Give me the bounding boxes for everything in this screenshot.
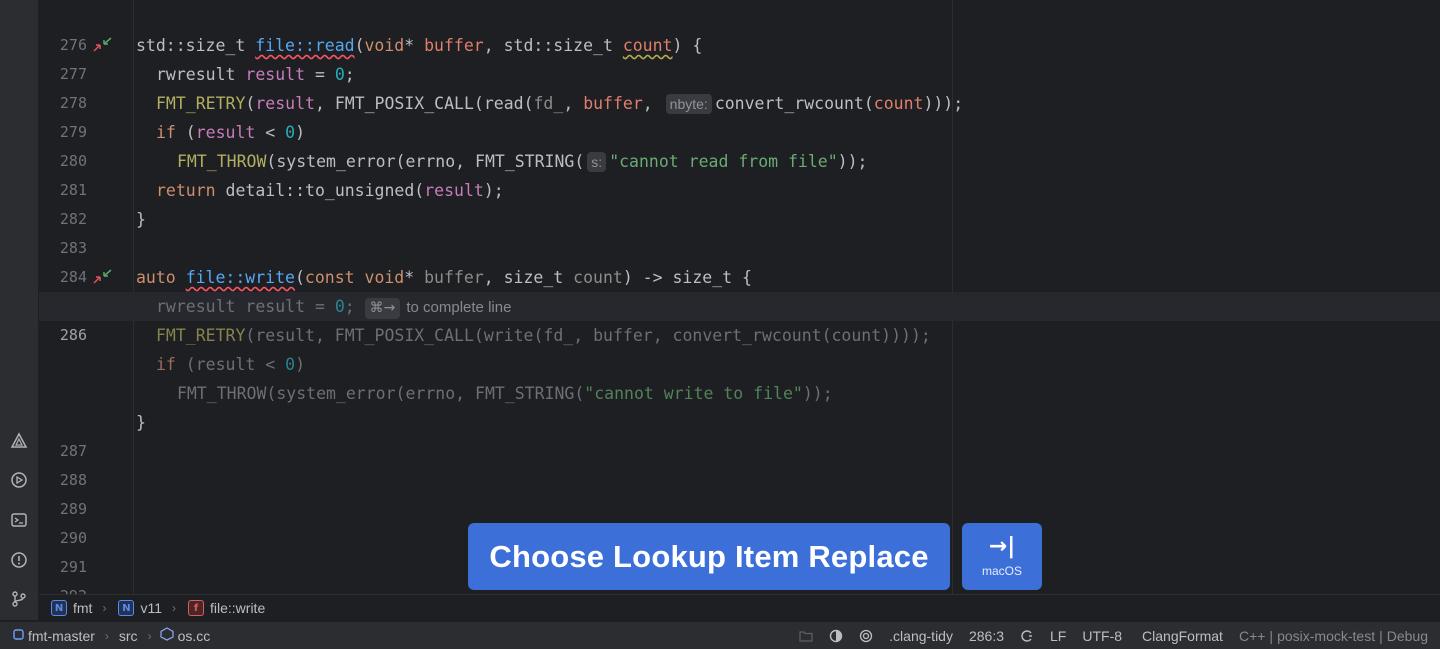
status-bar: fmt-master › src › os.cc .clang-tidy 286… — [0, 621, 1440, 649]
code-line[interactable]: 277 std::size_t file::read(void* buffer,… — [39, 31, 1440, 83]
code-style-icon[interactable] — [1020, 629, 1034, 643]
code-line[interactable]: 281 FMT_THROW(system_error(errno, FMT_ST… — [39, 147, 1440, 199]
services-icon[interactable] — [9, 470, 29, 490]
tab-key-icon: →| — [988, 534, 1016, 559]
code-text: FMT_THROW(system_error(errno, FMT_STRING… — [177, 152, 868, 172]
project-icon — [12, 627, 26, 644]
code-text: } — [136, 413, 146, 432]
line-number: 292 — [39, 582, 87, 594]
problems-icon[interactable] — [9, 550, 29, 570]
chevron-right-icon: › — [104, 628, 109, 643]
path-file[interactable]: os.cc — [178, 628, 211, 644]
folder-icon[interactable] — [799, 629, 813, 643]
code-text: rwresult result = 0; — [156, 65, 355, 84]
git-branch-icon[interactable] — [9, 589, 29, 609]
ghost-line: FMT_THROW(system_error(errno, FMT_STRING… — [39, 379, 1440, 408]
code-text: if (result < 0) — [156, 123, 306, 142]
complete-line-hint: to complete line — [406, 299, 512, 316]
code-text: return detail::to_unsigned(result); — [156, 181, 504, 200]
namespace-icon: N — [118, 600, 135, 616]
action-name-overlay: Choose Lookup Item Replace — [468, 523, 950, 590]
breadcrumb-label: v11 — [140, 600, 162, 616]
goto-declaration-icon[interactable] — [91, 266, 113, 288]
code-line[interactable]: 290 — [39, 495, 1440, 547]
code-line[interactable]: 283 } — [39, 205, 1440, 257]
inline-completion: FMT_THROW(system_error(errno, FMT_STRING… — [177, 384, 833, 403]
breadcrumb-label: fmt — [73, 600, 93, 616]
code-line[interactable]: 285 auto file::write(const void* buffer,… — [39, 263, 1440, 315]
parameter-hint: nbyte: — [665, 94, 712, 114]
ai-assistant-icon[interactable] — [859, 629, 873, 643]
breadcrumb-item-namespace[interactable]: N fmt — [51, 600, 92, 616]
complete-line-shortcut: ⌘→ — [364, 298, 401, 319]
parameter-hint: s: — [587, 152, 607, 172]
shortcut-overlay: →| macOS — [962, 523, 1042, 590]
caret-position[interactable]: 286:3 — [969, 628, 1004, 644]
code-line[interactable]: 282 return detail::to_unsigned(result); — [39, 176, 1440, 228]
inline-completion: if (result < 0) — [156, 355, 306, 374]
breadcrumb-item-function[interactable]: f file::write — [188, 600, 265, 616]
terminal-icon[interactable] — [9, 510, 29, 530]
ghost-line: if (result < 0) — [39, 350, 1440, 379]
linter-config[interactable]: .clang-tidy — [889, 628, 953, 644]
path-dir[interactable]: src — [119, 628, 138, 644]
code-line[interactable]: 279 FMT_RETRY(result, FMT_POSIX_CALL(rea… — [39, 89, 1440, 141]
function-icon: f — [188, 600, 204, 616]
inline-completion: FMT_RETRY(result, FMT_POSIX_CALL(write(f… — [156, 326, 931, 345]
cmake-icon[interactable] — [9, 431, 29, 451]
navigation-path: fmt-master › src › os.cc — [12, 627, 210, 644]
breadcrumb-item-namespace[interactable]: N v11 — [118, 600, 162, 616]
current-line[interactable]: 286 rwresult result = 0; ⌘→ to complete l… — [39, 292, 1440, 344]
ghost-line: FMT_RETRY(result, FMT_POSIX_CALL(write(f… — [39, 321, 1440, 350]
status-widgets: .clang-tidy 286:3 LF UTF-8 ClangFormat C… — [783, 628, 1428, 644]
shortcut-os-label: macOS — [981, 564, 1022, 578]
code-text: std::size_t file::read(void* buffer, std… — [136, 36, 703, 55]
tool-window-strip — [0, 0, 39, 620]
code-editor[interactable]: 276 277 std::size_t file::read(void* buf… — [39, 0, 1440, 594]
code-text: } — [136, 210, 146, 229]
namespace-icon: N — [51, 600, 67, 616]
code-line[interactable]: 276 — [39, 2, 1440, 54]
code-text: FMT_RETRY(result, FMT_POSIX_CALL(read(fd… — [156, 94, 964, 114]
code-line[interactable]: 289 — [39, 466, 1440, 518]
code-line[interactable]: 288 — [39, 437, 1440, 489]
language-context[interactable]: C++ | posix-mock-test | Debug — [1239, 628, 1428, 644]
code-line[interactable]: 287 } — [39, 408, 1440, 460]
goto-declaration-icon[interactable] — [91, 34, 113, 56]
chevron-right-icon: › — [102, 601, 107, 615]
code-line[interactable]: 280 if (result < 0) — [39, 118, 1440, 170]
line-ending[interactable]: LF — [1050, 628, 1066, 644]
breadcrumb-label: file::write — [210, 600, 266, 616]
project-name[interactable]: fmt-master — [28, 628, 95, 644]
chevron-right-icon: › — [172, 601, 176, 615]
cpp-file-icon — [159, 627, 174, 644]
inline-completion: rwresult result = 0; ⌘→ to complete line — [136, 292, 511, 322]
code-text: auto file::write(const void* buffer, siz… — [136, 268, 752, 287]
formatter[interactable]: ClangFormat — [1142, 628, 1223, 644]
contrast-icon[interactable] — [829, 629, 843, 643]
breadcrumb: N fmt › N v11 › f file::write — [39, 594, 1440, 621]
code-line[interactable]: 284 — [39, 234, 1440, 286]
file-encoding[interactable]: UTF-8 — [1082, 628, 1122, 644]
code-line[interactable]: 278 rwresult result = 0; — [39, 60, 1440, 112]
chevron-right-icon: › — [147, 628, 152, 643]
